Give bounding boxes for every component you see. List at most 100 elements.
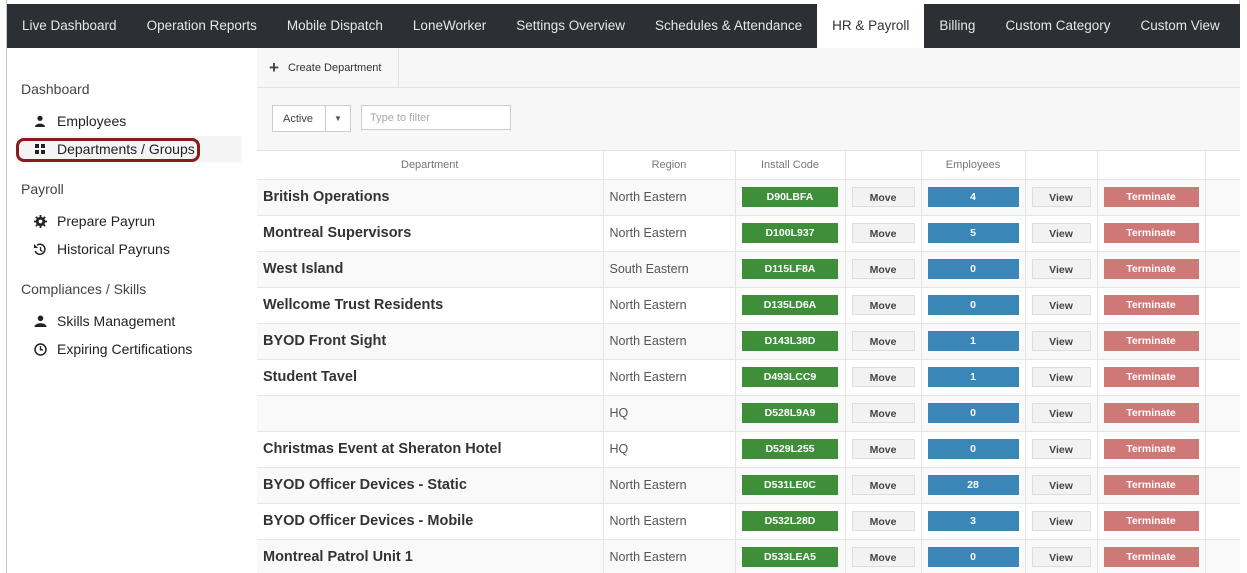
move-button[interactable]: Move <box>851 547 915 567</box>
table-row: HQ D528L9A9 Move 0 View Terminate <box>257 395 1240 432</box>
terminate-button[interactable]: Terminate <box>1103 187 1199 207</box>
sidebar: Dashboard Employees Departments / Groups… <box>7 48 247 573</box>
move-button[interactable]: Move <box>851 223 915 243</box>
nav-billing[interactable]: Billing <box>924 4 990 48</box>
move-button[interactable]: Move <box>851 475 915 495</box>
nav-hr-payroll[interactable]: HR & Payroll <box>817 4 925 48</box>
header-install-code[interactable]: Install Code <box>735 151 846 180</box>
terminate-button[interactable]: Terminate <box>1103 259 1199 279</box>
nav-mobile-dispatch[interactable]: Mobile Dispatch <box>272 4 398 48</box>
employee-count-badge[interactable]: 0 <box>927 259 1019 279</box>
department-name[interactable]: Montreal Supervisors <box>257 215 604 252</box>
department-name[interactable]: Wellcome Trust Residents <box>257 287 604 324</box>
sidebar-item-employees[interactable]: Employees <box>17 108 241 134</box>
employee-count-badge[interactable]: 0 <box>927 547 1019 567</box>
nav-operation-reports[interactable]: Operation Reports <box>132 4 272 48</box>
terminate-button[interactable]: Terminate <box>1103 367 1199 387</box>
move-button[interactable]: Move <box>851 187 915 207</box>
view-button[interactable]: View <box>1031 187 1091 207</box>
caret-down-icon[interactable]: ▼ <box>326 106 350 131</box>
employee-count-badge[interactable]: 1 <box>927 367 1019 387</box>
sidebar-section-compliances: Compliances / Skills <box>21 281 147 297</box>
header-terminate <box>1097 151 1206 180</box>
nav-schedules-attendance[interactable]: Schedules & Attendance <box>640 4 817 48</box>
department-name[interactable]: BYOD Front Sight <box>257 323 604 360</box>
view-button[interactable]: View <box>1031 547 1091 567</box>
move-button[interactable]: Move <box>851 295 915 315</box>
terminate-button[interactable]: Terminate <box>1103 403 1199 423</box>
nav-live-dashboard[interactable]: Live Dashboard <box>7 4 132 48</box>
move-button[interactable]: Move <box>851 403 915 423</box>
install-code-badge: D528L9A9 <box>742 403 838 423</box>
employee-count-badge[interactable]: 0 <box>927 295 1019 315</box>
department-name[interactable]: BYOD Officer Devices - Mobile <box>257 503 604 540</box>
view-button[interactable]: View <box>1031 439 1091 459</box>
terminate-button[interactable]: Terminate <box>1103 475 1199 495</box>
move-cell: Move <box>845 251 922 288</box>
nav-loneworker[interactable]: LoneWorker <box>398 4 501 48</box>
department-name[interactable]: British Operations <box>257 179 604 216</box>
department-name[interactable]: Montreal Patrol Unit 1 <box>257 539 604 573</box>
terminate-button[interactable]: Terminate <box>1103 547 1199 567</box>
move-button[interactable]: Move <box>851 331 915 351</box>
terminate-cell: Terminate <box>1097 179 1206 216</box>
department-name[interactable]: Student Tavel <box>257 359 604 396</box>
view-button[interactable]: View <box>1031 331 1091 351</box>
employee-count-badge[interactable]: 0 <box>927 403 1019 423</box>
sidebar-item-departments[interactable]: Departments / Groups <box>17 136 241 162</box>
employee-count-badge[interactable]: 3 <box>927 511 1019 531</box>
department-name[interactable] <box>257 395 604 432</box>
terminate-button[interactable]: Terminate <box>1103 223 1199 243</box>
terminate-button[interactable]: Terminate <box>1103 511 1199 531</box>
table-row: West Island South Eastern D115LF8A Move 0 Vie… <box>257 251 1240 288</box>
status-filter-select[interactable]: Active ▼ <box>272 105 351 132</box>
view-button[interactable]: View <box>1031 295 1091 315</box>
header-department[interactable]: Department <box>257 151 604 180</box>
terminate-button[interactable]: Terminate <box>1103 295 1199 315</box>
employee-count-badge[interactable]: 4 <box>927 187 1019 207</box>
department-name[interactable]: Christmas Event at Sheraton Hotel <box>257 431 604 468</box>
install-code-badge: D100L937 <box>742 223 838 243</box>
view-button[interactable]: View <box>1031 475 1091 495</box>
department-name[interactable]: West Island <box>257 251 604 288</box>
move-button[interactable]: Move <box>851 439 915 459</box>
sidebar-item-prepare-payrun[interactable]: Prepare Payrun <box>17 208 241 234</box>
table-row: British Operations North Eastern D90LBFA Mo… <box>257 179 1240 216</box>
create-department-button[interactable]: + Create Department <box>257 48 399 88</box>
move-button[interactable]: Move <box>851 511 915 531</box>
terminate-button[interactable]: Terminate <box>1103 331 1199 351</box>
terminate-cell: Terminate <box>1097 287 1206 324</box>
view-cell: View <box>1025 431 1098 468</box>
move-cell: Move <box>845 179 922 216</box>
sidebar-item-historical-payruns[interactable]: Historical Payruns <box>17 236 241 262</box>
user-icon <box>31 315 49 327</box>
main-content: + Create Department Active ▼ Department … <box>257 48 1240 573</box>
extra-cell <box>1205 215 1240 252</box>
move-button[interactable]: Move <box>851 259 915 279</box>
employee-count-badge[interactable]: 5 <box>927 223 1019 243</box>
view-button[interactable]: View <box>1031 223 1091 243</box>
sidebar-item-skills-management[interactable]: Skills Management <box>17 308 241 334</box>
employee-count-badge[interactable]: 1 <box>927 331 1019 351</box>
view-button[interactable]: View <box>1031 259 1091 279</box>
nav-custom-category[interactable]: Custom Category <box>990 4 1125 48</box>
install-code-badge: D143L38D <box>742 331 838 351</box>
move-cell: Move <box>845 431 922 468</box>
employee-count-badge[interactable]: 28 <box>927 475 1019 495</box>
nav-custom-view[interactable]: Custom View <box>1125 4 1234 48</box>
employee-count-badge[interactable]: 0 <box>927 439 1019 459</box>
view-cell: View <box>1025 395 1098 432</box>
terminate-button[interactable]: Terminate <box>1103 439 1199 459</box>
move-button[interactable]: Move <box>851 367 915 387</box>
view-button[interactable]: View <box>1031 511 1091 531</box>
view-button[interactable]: View <box>1031 403 1091 423</box>
filter-input[interactable] <box>361 105 511 130</box>
header-employees[interactable]: Employees <box>921 151 1026 180</box>
install-code-cell: D532L28D <box>735 503 846 540</box>
header-region[interactable]: Region <box>603 151 736 180</box>
terminate-cell: Terminate <box>1097 539 1206 573</box>
sidebar-item-expiring-certifications[interactable]: Expiring Certifications <box>17 336 241 362</box>
nav-settings-overview[interactable]: Settings Overview <box>501 4 640 48</box>
department-name[interactable]: BYOD Officer Devices - Static <box>257 467 604 504</box>
view-button[interactable]: View <box>1031 367 1091 387</box>
